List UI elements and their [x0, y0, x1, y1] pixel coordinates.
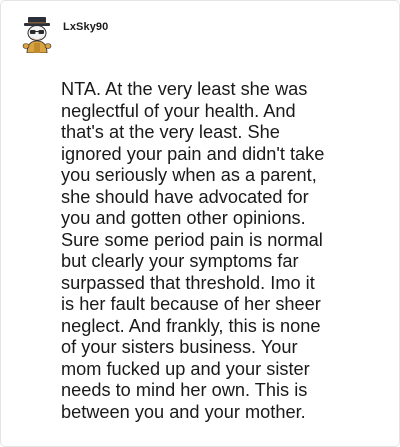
comment-line: she should have advocated for — [61, 186, 309, 207]
comment-line: needs to mind her own. This is — [61, 380, 308, 400]
comment-line: you and gotten other opinions. — [61, 208, 306, 228]
comment-line: but clearly your symptoms far — [61, 251, 299, 271]
comment-line: you seriously when as a parent, — [61, 165, 317, 185]
comment-line: neglect. And frankly, this is none — [61, 315, 321, 336]
comment-line: surpassed that threshold. Imo it — [61, 272, 315, 293]
comment-line: that's at the very least. She — [61, 122, 280, 142]
comment-line: Sure some period pain is normal — [61, 229, 323, 250]
comment-line: is her fault because of her sheer — [61, 294, 321, 314]
comment-header: LxSky90 — [21, 15, 108, 53]
comment-line: neglectful of your health. And — [61, 100, 296, 121]
comment-card: LxSky90 NTA. At the very least she was n… — [0, 0, 400, 447]
comment-line: ignored your pain and didn't take — [61, 143, 325, 164]
snoo-avatar-with-hat-icon[interactable] — [21, 15, 53, 53]
comment-line: between you and your mother. — [61, 401, 306, 422]
comment-line: NTA. At the very least she was — [61, 79, 308, 99]
username-link[interactable]: LxSky90 — [63, 21, 108, 33]
comment-line: of your sisters business. Your — [61, 337, 298, 357]
comment-body: NTA. At the very least she was neglectfu… — [61, 79, 373, 423]
comment-line: mom fucked up and your sister — [61, 358, 310, 379]
